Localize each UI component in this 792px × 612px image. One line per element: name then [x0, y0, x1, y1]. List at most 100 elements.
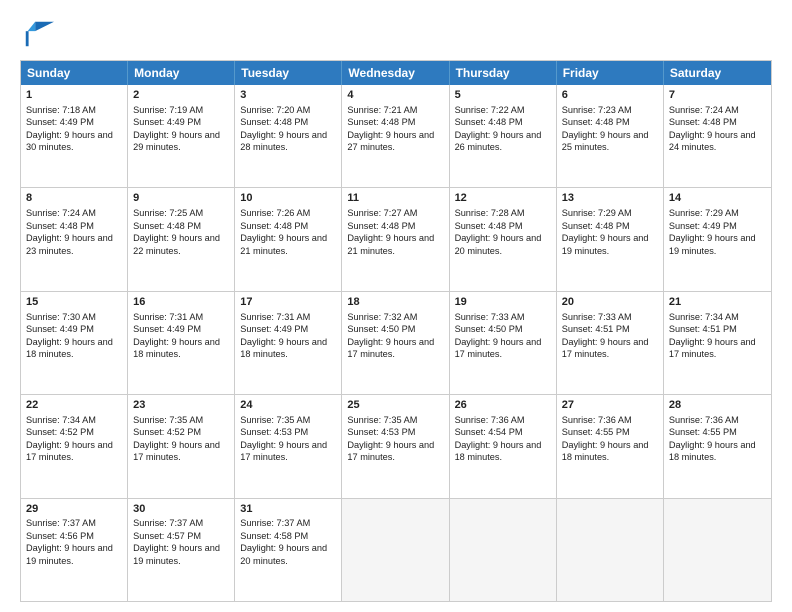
- day-number: 13: [562, 191, 658, 206]
- day-cell-2: 2 Sunrise: 7:19 AM Sunset: 4:49 PM Daylight…: [128, 85, 235, 187]
- day-cell-31: 31Sunrise: 7:37 AMSunset: 4:58 PMDayligh…: [235, 499, 342, 601]
- sunrise-text: Sunrise: 7:35 AM: [240, 415, 310, 425]
- daylight-text: Daylight: 9 hours and 25 minutes.: [562, 130, 649, 152]
- daylight-text: Daylight: 9 hours and 23 minutes.: [26, 233, 113, 255]
- calendar-body: 1Sunrise: 7:18 AMSunset: 4:49 PMDaylight…: [21, 85, 771, 601]
- calendar-row-2: 8Sunrise: 7:24 AMSunset: 4:48 PMDaylight…: [21, 187, 771, 290]
- sunrise-text: Sunrise: 7:36 AM: [669, 415, 739, 425]
- empty-cell: [664, 499, 771, 601]
- sunrise-text: Sunrise: 7:37 AM: [133, 518, 203, 528]
- day-number: 10: [240, 191, 336, 206]
- sunrise-text: Sunrise: 7:37 AM: [26, 518, 96, 528]
- day-cell-4: 4Sunrise: 7:21 AMSunset: 4:48 PMDaylight…: [342, 85, 449, 187]
- day-cell-11: 11Sunrise: 7:27 AMSunset: 4:48 PMDayligh…: [342, 188, 449, 290]
- daylight-text: Daylight: 9 hours and 18 minutes.: [455, 440, 542, 462]
- day-number: 3: [240, 88, 336, 103]
- daylight-text: Daylight: 9 hours and 20 minutes.: [240, 543, 327, 565]
- day-cell-22: 22Sunrise: 7:34 AMSunset: 4:52 PMDayligh…: [21, 395, 128, 497]
- daylight-text: Daylight: 9 hours and 20 minutes.: [455, 233, 542, 255]
- header-wednesday: Wednesday: [342, 61, 449, 85]
- daylight-text: Daylight: 9 hours and 17 minutes.: [133, 440, 220, 462]
- calendar-row-5: 29Sunrise: 7:37 AMSunset: 4:56 PMDayligh…: [21, 498, 771, 601]
- sunrise-text: Sunrise: 7:33 AM: [562, 312, 632, 322]
- day-cell-16: 16Sunrise: 7:31 AMSunset: 4:49 PMDayligh…: [128, 292, 235, 394]
- day-cell-9: 9Sunrise: 7:25 AMSunset: 4:48 PMDaylight…: [128, 188, 235, 290]
- sunrise-text: Sunrise: 7:19 AM: [133, 105, 203, 115]
- daylight-text: Daylight: 9 hours and 18 minutes.: [669, 440, 756, 462]
- sunset-text: Sunset: 4:49 PM: [669, 221, 737, 231]
- day-number: 22: [26, 398, 122, 413]
- sunset-text: Sunset: 4:52 PM: [26, 427, 94, 437]
- day-number: 28: [669, 398, 766, 413]
- day-cell-28: 28Sunrise: 7:36 AMSunset: 4:55 PMDayligh…: [664, 395, 771, 497]
- daylight-text: Daylight: 9 hours and 17 minutes.: [562, 337, 649, 359]
- day-cell-10: 10Sunrise: 7:26 AMSunset: 4:48 PMDayligh…: [235, 188, 342, 290]
- sunset-text: Sunset: 4:58 PM: [240, 531, 308, 541]
- sunset-text: Sunset: 4:48 PM: [347, 117, 415, 127]
- day-cell-18: 18Sunrise: 7:32 AMSunset: 4:50 PMDayligh…: [342, 292, 449, 394]
- day-cell-8: 8Sunrise: 7:24 AMSunset: 4:48 PMDaylight…: [21, 188, 128, 290]
- header-friday: Friday: [557, 61, 664, 85]
- day-cell-29: 29Sunrise: 7:37 AMSunset: 4:56 PMDayligh…: [21, 499, 128, 601]
- sunset-text: Sunset: 4:54 PM: [455, 427, 523, 437]
- daylight-text: Daylight: 9 hours and 18 minutes.: [133, 337, 220, 359]
- empty-cell: [557, 499, 664, 601]
- sunset-text: Sunset: 4:56 PM: [26, 531, 94, 541]
- sunset-text: Sunset: 4:49 PM: [26, 117, 94, 127]
- day-number: 20: [562, 295, 658, 310]
- day-number: 31: [240, 502, 336, 517]
- day-number: 1: [26, 88, 122, 103]
- daylight-text: Daylight: 9 hours and 17 minutes.: [669, 337, 756, 359]
- sunset-text: Sunset: 4:52 PM: [133, 427, 201, 437]
- day-cell-17: 17Sunrise: 7:31 AMSunset: 4:49 PMDayligh…: [235, 292, 342, 394]
- day-cell-5: 5Sunrise: 7:22 AMSunset: 4:48 PMDaylight…: [450, 85, 557, 187]
- day-number: 24: [240, 398, 336, 413]
- sunrise-text: Sunrise: 7:21 AM: [347, 105, 417, 115]
- daylight-text: Daylight: 9 hours and 19 minutes.: [562, 233, 649, 255]
- sunset-text: Sunset: 4:48 PM: [455, 221, 523, 231]
- calendar: Sunday Monday Tuesday Wednesday Thursday…: [20, 60, 772, 602]
- sunset-text: Sunset: 4:49 PM: [133, 117, 201, 127]
- sunset-text: Sunset: 4:53 PM: [240, 427, 308, 437]
- sunset-text: Sunset: 4:50 PM: [455, 324, 523, 334]
- calendar-header: Sunday Monday Tuesday Wednesday Thursday…: [21, 61, 771, 85]
- daylight-text: Daylight: 9 hours and 19 minutes.: [669, 233, 756, 255]
- sunset-text: Sunset: 4:49 PM: [240, 324, 308, 334]
- day-cell-7: 7Sunrise: 7:24 AMSunset: 4:48 PMDaylight…: [664, 85, 771, 187]
- empty-cell: [342, 499, 449, 601]
- daylight-text: Daylight: 9 hours and 18 minutes.: [562, 440, 649, 462]
- sunset-text: Sunset: 4:51 PM: [669, 324, 737, 334]
- daylight-text: Daylight: 9 hours and 24 minutes.: [669, 130, 756, 152]
- day-number: 2: [133, 88, 229, 103]
- sunrise-text: Sunrise: 7:20 AM: [240, 105, 310, 115]
- sunset-text: Sunset: 4:48 PM: [669, 117, 737, 127]
- day-number: 19: [455, 295, 551, 310]
- day-number: 30: [133, 502, 229, 517]
- daylight-text: Daylight: 9 hours and 30 minutes.: [26, 130, 113, 152]
- daylight-text: Daylight: 9 hours and 18 minutes.: [240, 337, 327, 359]
- daylight-text: Daylight: 9 hours and 29 minutes.: [133, 130, 220, 152]
- sunrise-text: Sunrise: 7:27 AM: [347, 208, 417, 218]
- day-number: 11: [347, 191, 443, 206]
- sunset-text: Sunset: 4:57 PM: [133, 531, 201, 541]
- sunrise-text: Sunrise: 7:32 AM: [347, 312, 417, 322]
- day-number: 5: [455, 88, 551, 103]
- day-cell-20: 20Sunrise: 7:33 AMSunset: 4:51 PMDayligh…: [557, 292, 664, 394]
- day-number: 23: [133, 398, 229, 413]
- day-cell-25: 25Sunrise: 7:35 AMSunset: 4:53 PMDayligh…: [342, 395, 449, 497]
- calendar-row-1: 1Sunrise: 7:18 AMSunset: 4:49 PMDaylight…: [21, 85, 771, 187]
- day-number: 7: [669, 88, 766, 103]
- page: Sunday Monday Tuesday Wednesday Thursday…: [0, 0, 792, 612]
- sunrise-text: Sunrise: 7:30 AM: [26, 312, 96, 322]
- day-number: 21: [669, 295, 766, 310]
- daylight-text: Daylight: 9 hours and 18 minutes.: [26, 337, 113, 359]
- daylight-text: Daylight: 9 hours and 21 minutes.: [240, 233, 327, 255]
- daylight-text: Daylight: 9 hours and 19 minutes.: [26, 543, 113, 565]
- daylight-text: Daylight: 9 hours and 17 minutes.: [240, 440, 327, 462]
- sunset-text: Sunset: 4:49 PM: [133, 324, 201, 334]
- day-cell-24: 24 Sunrise: 7:35 AM Sunset: 4:53 PM Dayligh…: [235, 395, 342, 497]
- sunset-text: Sunset: 4:48 PM: [562, 221, 630, 231]
- day-cell-12: 12Sunrise: 7:28 AMSunset: 4:48 PMDayligh…: [450, 188, 557, 290]
- sunrise-text: Sunrise: 7:35 AM: [347, 415, 417, 425]
- day-number: 6: [562, 88, 658, 103]
